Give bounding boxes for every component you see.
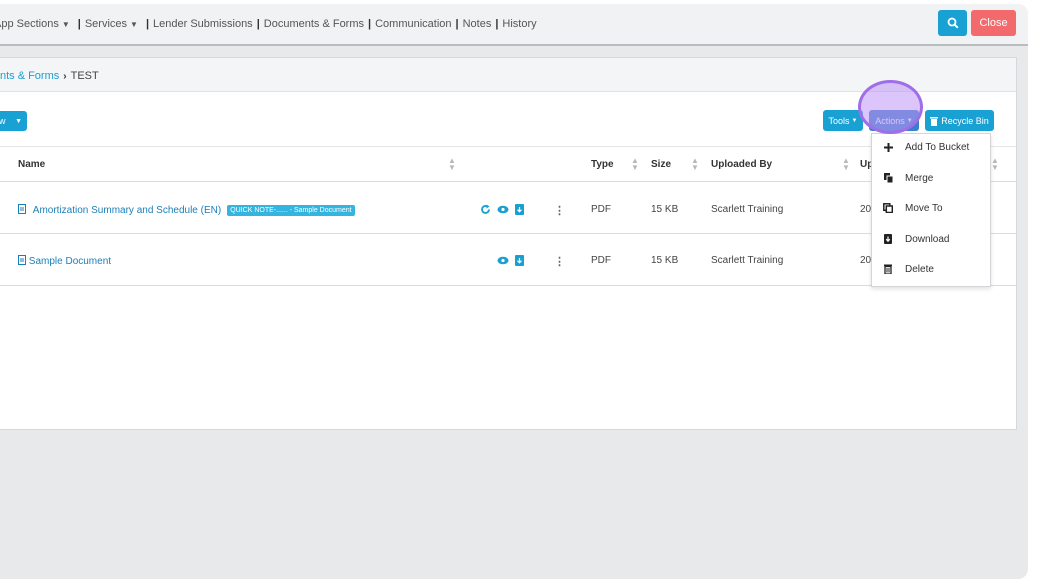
tools-button-label: Tools (828, 115, 850, 126)
col-name[interactable]: Name (18, 159, 45, 170)
nav-services[interactable]: Services ▼ (85, 18, 142, 30)
nav-separator: | (368, 18, 372, 30)
more-vertical-icon[interactable]: ⋮ (554, 255, 565, 268)
breadcrumb-trail: Documents & Forms ›TEST (0, 70, 99, 82)
chevron-right-icon: › (63, 71, 67, 82)
new-button[interactable]: w ▼ (0, 111, 27, 131)
uploaded-by-cell: Scarlett Training (711, 204, 784, 215)
nav-documents-forms[interactable]: Documents & Forms (264, 18, 364, 30)
nav-app-sections-label: App Sections (0, 18, 59, 30)
uploaded-on-cell: 20 (860, 204, 872, 215)
quick-note-badge[interactable]: QUICK NOTE-...... - Sample Document (227, 205, 355, 216)
plus-icon (881, 142, 895, 152)
merge-icon (881, 173, 895, 183)
menu-item-download[interactable]: Download (872, 226, 990, 252)
top-nav: App Sections ▼ | Services ▼ | Lender Submi… (0, 18, 537, 30)
uploaded-on-cell: 20 (860, 255, 872, 266)
nav-history[interactable]: History (502, 18, 536, 30)
breadcrumb-parent[interactable]: Documents & Forms (0, 70, 59, 82)
recycle-bin-label: Recycle Bin (941, 115, 989, 126)
breadcrumb-current: TEST (70, 70, 99, 82)
nav-separator: | (455, 18, 459, 30)
nav-separator: | (256, 18, 260, 30)
breadcrumb: Documents & Forms ›TEST (0, 58, 1016, 92)
eye-icon[interactable] (497, 205, 509, 214)
nav-separator: | (495, 18, 499, 30)
new-button-label: w (0, 116, 6, 126)
caret-down-icon: ▼ (130, 20, 138, 29)
caret-down-icon: ▼ (851, 117, 858, 124)
menu-item-label: Delete (905, 263, 934, 275)
refresh-icon[interactable] (480, 204, 491, 215)
close-button[interactable]: Close (971, 10, 1016, 36)
menu-item-add-to-bucket[interactable]: Add To Bucket (872, 134, 990, 160)
nav-services-label: Services (84, 18, 128, 30)
table-header: Name ▲ ▼ Type ▲ ▼ Size ▲ ▼ Uploaded By ▲ ▼ U… (0, 146, 1016, 182)
menu-item-move-to[interactable]: Move To (872, 195, 990, 221)
menu-item-delete[interactable]: Delete (872, 256, 990, 282)
download-file-icon[interactable] (515, 204, 524, 215)
document-link[interactable]: Sample Document (29, 256, 111, 267)
app-window: App Sections ▼ | Services ▼ | Lender Submi… (0, 4, 1028, 579)
sort-icon[interactable]: ▲ ▼ (631, 157, 639, 172)
actions-button[interactable]: Actions ▼ (869, 110, 919, 131)
menu-item-label: Download (905, 233, 950, 245)
pdf-file-icon (18, 204, 26, 214)
col-type[interactable]: Type (591, 159, 614, 170)
more-vertical-icon[interactable]: ⋮ (554, 204, 565, 217)
trash-icon (881, 264, 895, 274)
caret-down-icon: ▼ (15, 117, 22, 125)
type-cell: PDF (591, 204, 611, 215)
col-size[interactable]: Size (651, 159, 671, 170)
nav-notes[interactable]: Notes (463, 18, 492, 30)
sort-icon[interactable]: ▲ ▼ (691, 157, 699, 172)
eye-icon[interactable] (497, 256, 509, 265)
size-cell: 15 KB (651, 204, 679, 215)
nav-separator: | (77, 18, 81, 30)
download-file-icon[interactable] (515, 255, 524, 266)
sort-icon[interactable]: ▲ ▼ (842, 157, 850, 172)
tools-button[interactable]: Tools ▼ (823, 110, 863, 131)
menu-item-label: Merge (905, 172, 934, 184)
menu-item-label: Move To (905, 202, 943, 214)
uploaded-by-cell: Scarlett Training (711, 255, 784, 266)
caret-down-icon: ▼ (61, 20, 70, 29)
document-cell: Sample Document (18, 255, 111, 267)
actions-dropdown-menu: Add To Bucket Merge Move To Download Del… (871, 133, 991, 287)
menu-item-label: Add To Bucket (905, 141, 970, 153)
nav-communication[interactable]: Communication (375, 18, 451, 30)
size-cell: 15 KB (651, 255, 679, 266)
nav-lender-submissions[interactable]: Lender Submissions (153, 18, 253, 30)
menu-item-merge[interactable]: Merge (872, 165, 990, 191)
sort-icon[interactable]: ▲ ▼ (991, 157, 999, 172)
top-nav-bar: App Sections ▼ | Services ▼ | Lender Submi… (0, 4, 1028, 46)
col-uploaded-by[interactable]: Uploaded By (711, 159, 772, 170)
documents-panel: Documents & Forms›TEST w ▼ Tools▼ Action… (0, 57, 1017, 430)
table-row: Sample Document ⋮ PDF 15 KB Scarlett Tra… (0, 234, 1016, 286)
type-cell: PDF (591, 255, 611, 266)
search-icon (947, 17, 959, 29)
pdf-file-icon (18, 255, 26, 265)
sort-icon[interactable]: ▲ ▼ (448, 157, 456, 172)
document-link[interactable]: Amortization Summary and Schedule (EN) (33, 205, 221, 216)
nav-app-sections[interactable]: App Sections ▼ (0, 18, 74, 30)
table-row: Amortization Summary and Schedule (EN) QU… (0, 182, 1016, 234)
document-cell: Amortization Summary and Schedule (EN) QU… (18, 204, 355, 216)
search-button[interactable] (938, 10, 967, 36)
move-icon (881, 203, 895, 213)
caret-down-icon: ▼ (906, 117, 913, 124)
download-icon (881, 234, 895, 244)
actions-button-label: Actions (875, 115, 905, 126)
recycle-bin-button[interactable]: Recycle Bin (925, 110, 994, 131)
trash-icon (930, 116, 939, 126)
nav-separator: | (145, 18, 150, 30)
